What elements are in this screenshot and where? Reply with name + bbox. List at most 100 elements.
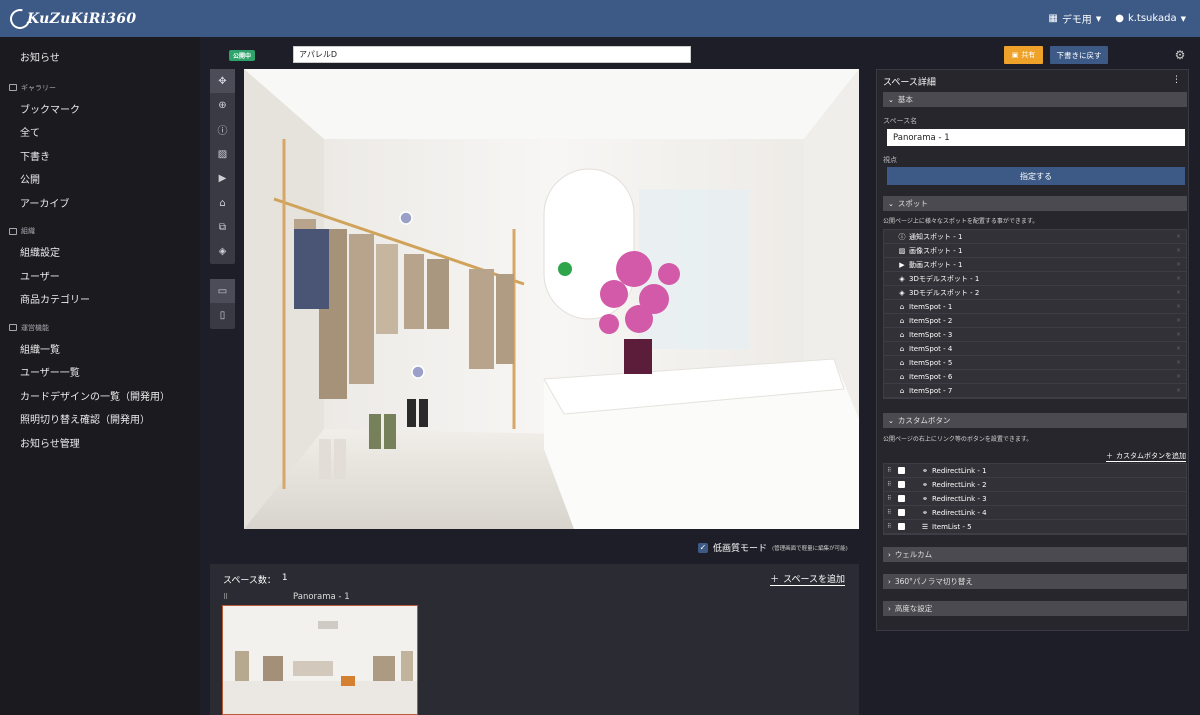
close-icon[interactable]: ×: [1176, 387, 1181, 394]
multi-item-icon[interactable]: ⧉: [210, 215, 235, 239]
add-space-button[interactable]: ＋スペースを追加: [770, 572, 845, 586]
video-icon[interactable]: ▶: [210, 167, 235, 191]
list-item[interactable]: ⠿ ⚭ RedirectLink - 2: [884, 478, 1186, 492]
close-icon[interactable]: ×: [1176, 261, 1181, 268]
close-icon[interactable]: ×: [1176, 233, 1181, 240]
section-spots[interactable]: ⌄ スポット: [883, 196, 1187, 211]
cube-icon: ◈: [899, 288, 905, 297]
sidebar-item-product-categories[interactable]: 商品カテゴリー: [0, 287, 200, 311]
mobile-icon[interactable]: ▯: [210, 303, 235, 327]
close-icon[interactable]: ×: [1176, 275, 1181, 282]
section-basic[interactable]: ⌄ 基本: [883, 92, 1187, 107]
cube-icon: ◈: [899, 274, 905, 283]
sidebar-item-lighting[interactable]: 照明切り替え確認（開発用）: [0, 407, 200, 431]
arrow-up-icon[interactable]: ⊕: [210, 93, 235, 117]
checkbox[interactable]: [898, 481, 905, 488]
list-item[interactable]: ⓘ 通知スポット - 1 ×: [884, 230, 1186, 244]
checkbox-checked-icon[interactable]: ✓: [698, 542, 708, 553]
desktop-icon[interactable]: ▭: [210, 279, 235, 304]
sidebar-item-all[interactable]: 全て: [0, 120, 200, 144]
spots-description: 公開ページ上に様々なスポットを配置する事ができます。: [883, 218, 1039, 225]
custom-description: 公開ページの右上にリンク等のボタンを設置できます。: [883, 436, 1033, 443]
sidebar-item-drafts[interactable]: 下書き: [0, 144, 200, 168]
sidebar-item-users[interactable]: ユーザー: [0, 264, 200, 288]
space-thumbnail[interactable]: [222, 605, 418, 715]
list-item[interactable]: ▨ 画像スポット - 1 ×: [884, 244, 1186, 258]
more-vert-icon[interactable]: ⋮: [1172, 75, 1181, 85]
drag-handle-icon[interactable]: ⠿: [887, 509, 895, 516]
checkbox[interactable]: [898, 495, 905, 502]
list-item[interactable]: ◈ 3Dモデルスポット - 1 ×: [884, 272, 1186, 286]
checkbox[interactable]: [898, 509, 905, 516]
drag-handle-icon[interactable]: ⠿: [887, 495, 895, 502]
cube-icon[interactable]: ◈: [210, 240, 235, 264]
image-icon[interactable]: ▨: [210, 142, 235, 166]
add-custom-button[interactable]: ＋カスタムボタンを追加: [1106, 451, 1186, 462]
drag-handle-icon[interactable]: ⠿: [887, 481, 895, 488]
chevron-right-icon: ›: [888, 550, 891, 559]
return-to-draft-button[interactable]: 下書きに戻す: [1050, 46, 1108, 64]
drag-handle-icon[interactable]: ⠿: [887, 523, 895, 530]
list-item[interactable]: ◈ 3Dモデルスポット - 2 ×: [884, 286, 1186, 300]
list-item[interactable]: ⠿ ⚭ RedirectLink - 3: [884, 492, 1186, 506]
video-icon: ▶: [899, 260, 905, 269]
space-name: Panorama - 1: [293, 592, 350, 602]
org-switcher[interactable]: ▦ デモ用 ▼: [1048, 11, 1101, 26]
low-quality-toggle[interactable]: ✓ 低画質モード (管理画面で軽量に編集が可能): [698, 541, 848, 554]
plus-icon: ＋: [770, 575, 780, 585]
list-item[interactable]: ⌂ ItemSpot - 5 ×: [884, 356, 1186, 370]
close-icon[interactable]: ×: [1176, 345, 1181, 352]
list-item[interactable]: ⌂ ItemSpot - 7 ×: [884, 384, 1186, 398]
list-item[interactable]: ⌂ ItemSpot - 3 ×: [884, 328, 1186, 342]
set-viewpoint-button[interactable]: 指定する: [887, 167, 1185, 185]
viewpoint-label: 視点: [883, 156, 897, 164]
shirt-icon: ⌂: [899, 344, 905, 353]
close-icon[interactable]: ×: [1176, 303, 1181, 310]
close-icon[interactable]: ×: [1176, 331, 1181, 338]
spot-list: ⓘ 通知スポット - 1 × ▨ 画像スポット - 1 × ▶ 動画スポット - 1 × ◈…: [883, 229, 1187, 399]
shirt-icon: ⌂: [899, 358, 905, 367]
drag-handle-icon[interactable]: ⠿: [887, 467, 895, 474]
close-icon[interactable]: ×: [1176, 317, 1181, 324]
sidebar-item-org-settings[interactable]: 組織設定: [0, 240, 200, 264]
list-item[interactable]: ⌂ ItemSpot - 2 ×: [884, 314, 1186, 328]
share-button[interactable]: ▣ 共有: [1004, 46, 1043, 64]
sidebar-item-org-list[interactable]: 組織一覧: [0, 337, 200, 361]
space-name-input[interactable]: Panorama - 1: [887, 129, 1185, 146]
link-icon: ⚭: [922, 508, 928, 517]
sidebar-item-card-designs[interactable]: カードデザインの一覧（開発用）: [0, 384, 200, 408]
section-custom-buttons[interactable]: ⌄ カスタムボタン: [883, 413, 1187, 428]
close-icon[interactable]: ×: [1176, 289, 1181, 296]
list-item[interactable]: ⠿ ⚭ RedirectLink - 1: [884, 464, 1186, 478]
sidebar-item-news-admin[interactable]: お知らせ管理: [0, 431, 200, 455]
logo[interactable]: KuZuKiRi360: [6, 4, 136, 33]
list-item[interactable]: ⌂ ItemSpot - 6 ×: [884, 370, 1186, 384]
shirt-icon[interactable]: ⌂: [210, 191, 235, 215]
checkbox[interactable]: [898, 523, 905, 530]
sidebar-item-public[interactable]: 公開: [0, 167, 200, 191]
move-tool-icon[interactable]: ✥: [210, 69, 235, 94]
section-panorama-switch[interactable]: › 360°パノラマ切り替え: [883, 574, 1187, 589]
close-icon[interactable]: ×: [1176, 359, 1181, 366]
list-item[interactable]: ⌂ ItemSpot - 1 ×: [884, 300, 1186, 314]
panorama-viewer[interactable]: [244, 69, 859, 529]
user-menu[interactable]: ● k.tsukada ▼: [1115, 13, 1186, 24]
section-advanced[interactable]: › 高度な設定: [883, 601, 1187, 616]
drag-handle-icon[interactable]: ⠿: [223, 593, 228, 601]
shirt-icon: ⌂: [899, 302, 905, 311]
section-welcome[interactable]: › ウェルカム: [883, 547, 1187, 562]
close-icon[interactable]: ×: [1176, 247, 1181, 254]
sidebar-item-bookmark[interactable]: ブックマーク: [0, 97, 200, 121]
list-item[interactable]: ⠿ ⚭ RedirectLink - 4: [884, 506, 1186, 520]
close-icon[interactable]: ×: [1176, 373, 1181, 380]
gear-icon[interactable]: ⚙: [1173, 48, 1187, 62]
sidebar-item-user-list[interactable]: ユーザー一覧: [0, 360, 200, 384]
info-icon[interactable]: ⓘ: [210, 118, 235, 142]
list-item[interactable]: ⠿ ☰ ItemList - 5: [884, 520, 1186, 534]
title-input[interactable]: アパレルD: [293, 46, 691, 63]
sidebar-item-news[interactable]: お知らせ: [0, 45, 200, 69]
list-item[interactable]: ⌂ ItemSpot - 4 ×: [884, 342, 1186, 356]
list-item[interactable]: ▶ 動画スポット - 1 ×: [884, 258, 1186, 272]
sidebar-item-archive[interactable]: アーカイブ: [0, 191, 200, 215]
checkbox[interactable]: [898, 467, 905, 474]
